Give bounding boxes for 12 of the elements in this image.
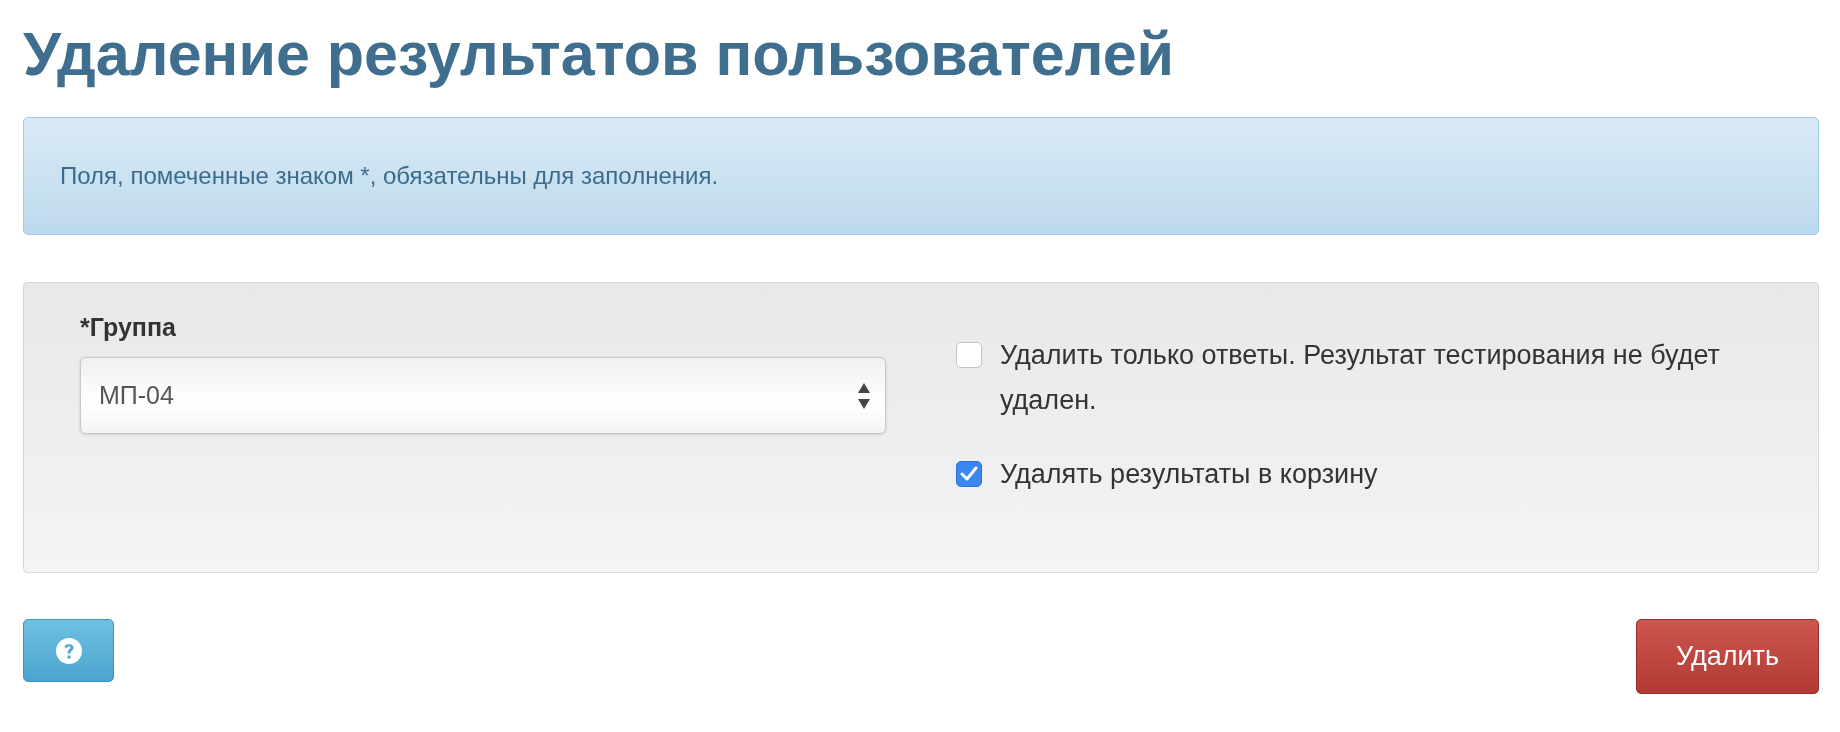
checkbox[interactable] xyxy=(956,342,982,368)
group-select[interactable]: МП-04 xyxy=(80,357,886,434)
help-icon xyxy=(54,636,83,665)
help-button[interactable] xyxy=(23,619,114,682)
page-title: Удаление результатов пользователей xyxy=(23,19,1175,90)
delete-button[interactable]: Удалить xyxy=(1636,619,1819,694)
notice-text: Поля, помеченные знаком *, обязательны для заполнения. xyxy=(60,162,719,190)
checkbox-label: Удалить только ответы. Результат тестирования не будет удален. xyxy=(1000,339,1721,417)
checkbox[interactable] xyxy=(956,461,982,487)
field-label: *Группа xyxy=(80,312,176,343)
checkbox-label: Удалять результаты в корзину xyxy=(1000,458,1379,491)
up-down-arrows-icon xyxy=(857,381,871,410)
